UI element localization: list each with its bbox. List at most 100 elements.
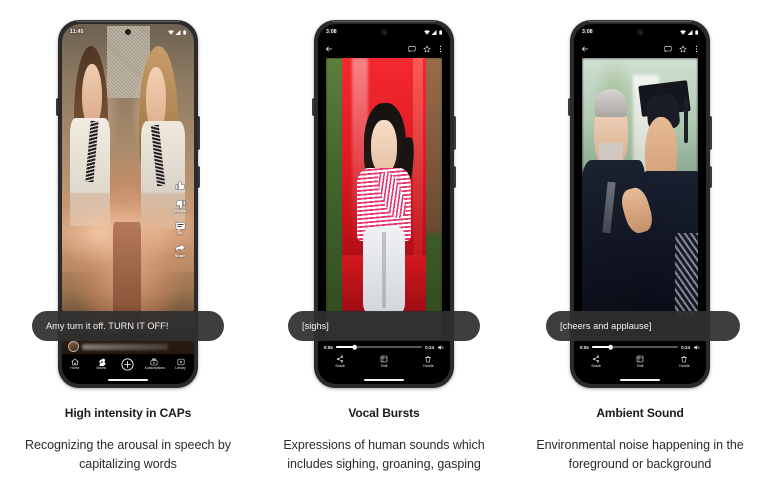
star-icon[interactable] — [423, 45, 431, 53]
progress-scrubber[interactable] — [335, 344, 423, 350]
power-button[interactable] — [710, 166, 712, 188]
feature-description: Environmental noise happening in the for… — [536, 438, 744, 471]
like-button[interactable] — [175, 180, 186, 192]
channel-name-blurred — [82, 343, 168, 350]
edit-label: Edit — [380, 363, 388, 368]
star-icon[interactable] — [679, 45, 687, 53]
cast-icon[interactable] — [664, 45, 672, 53]
delete-action[interactable]: Delete — [669, 355, 699, 368]
nav-item-subscriptions[interactable]: Subscriptions — [142, 358, 166, 371]
volume-button[interactable] — [710, 116, 712, 150]
edit-icon — [636, 355, 644, 363]
signal-icon — [431, 29, 437, 35]
current-time: 0:05 — [580, 344, 589, 350]
delete-action[interactable]: Delete — [413, 355, 443, 368]
comment-count: 2k — [177, 231, 183, 236]
edit-label: Edit — [636, 363, 644, 368]
mute-switch[interactable] — [56, 98, 58, 116]
wifi-icon — [167, 29, 174, 35]
mute-switch[interactable] — [568, 98, 570, 116]
home-icon — [71, 358, 79, 366]
current-time: 0:05 — [324, 344, 333, 350]
nav-item-shorts[interactable]: Shorts — [90, 358, 114, 371]
caption-bubble-1: Amy turn it off. TURN IT OFF! — [32, 311, 224, 341]
video-player-bar-2: 0:05 0:24 — [318, 340, 450, 354]
photo-actions-3: Share Edit Delete — [574, 354, 706, 378]
feature-description: Recognizing the arousal in speech by cap… — [25, 438, 231, 471]
photos-topbar-actions — [664, 45, 699, 53]
comment-button[interactable]: 2k — [175, 221, 186, 236]
share-button[interactable]: Share — [175, 243, 186, 258]
nav-label-subscriptions: Subscriptions — [144, 366, 165, 370]
nav-label-home: Home — [70, 366, 80, 370]
more-vertical-icon[interactable] — [438, 45, 443, 53]
share-icon — [592, 355, 600, 363]
more-vertical-icon[interactable] — [694, 45, 699, 53]
feature-showcase-page: 11:45 Dislike 2k Share Home Shorts Subsc… — [0, 0, 768, 501]
thumb-up-icon — [175, 181, 185, 190]
home-indicator — [364, 379, 404, 381]
share-action[interactable]: Share — [325, 355, 355, 368]
thumb-down-icon — [175, 199, 185, 209]
subscriptions-icon — [150, 358, 158, 366]
photos-top-bar-2 — [318, 40, 450, 58]
dislike-button[interactable]: Dislike — [174, 199, 186, 214]
back-arrow-icon[interactable] — [581, 45, 589, 53]
photos-topbar-actions — [408, 45, 443, 53]
caption-text: [cheers and applause] — [560, 321, 652, 331]
volume-icon[interactable] — [437, 344, 444, 351]
front-camera — [637, 29, 643, 35]
photo-viewer-3[interactable] — [574, 58, 706, 340]
share-icon — [336, 355, 344, 363]
mute-switch[interactable] — [312, 98, 314, 116]
progress-scrubber[interactable] — [591, 344, 679, 350]
nav-item-library[interactable]: Library — [169, 358, 193, 371]
home-indicator — [108, 379, 148, 381]
plus-circle-icon — [121, 358, 135, 371]
photos-top-bar-3 — [574, 40, 706, 58]
edit-action[interactable]: Edit — [625, 355, 655, 368]
share-label: Share — [591, 363, 601, 368]
feature-description: Expressions of human sounds which includ… — [283, 438, 485, 471]
nav-label-library: Library — [175, 366, 186, 370]
delete-label: Delete — [678, 363, 690, 368]
panel-high-intensity-caps: 11:45 Dislike 2k Share Home Shorts Subsc… — [0, 0, 256, 501]
status-indicators — [167, 29, 186, 35]
back-arrow-icon[interactable] — [325, 45, 333, 53]
volume-icon[interactable] — [693, 344, 700, 351]
share-label: Share — [335, 363, 345, 368]
nav-item-home[interactable]: Home — [63, 358, 87, 371]
status-time: 11:45 — [70, 29, 84, 35]
shorts-channel-row[interactable] — [68, 341, 168, 352]
edit-icon — [380, 355, 388, 363]
scrubber-knob[interactable] — [608, 344, 614, 350]
cast-icon[interactable] — [408, 45, 416, 53]
panel-vocal-bursts: 3:08 0:05 0:24 Share Edit Delete [sighs]… — [256, 0, 512, 501]
photo-actions-2: Share Edit Delete — [318, 354, 450, 378]
front-camera — [125, 29, 131, 35]
volume-button[interactable] — [454, 116, 456, 150]
share-action[interactable]: Share — [581, 355, 611, 368]
photo-image — [326, 58, 442, 340]
feature-text-3: Ambient Sound Environmental noise happen… — [512, 406, 768, 473]
share-arrow-icon — [175, 243, 185, 252]
panel-ambient-sound: 3:08 0:05 0:24 Share Edit Delete [cheers… — [512, 0, 768, 501]
avatar[interactable] — [68, 341, 79, 352]
battery-icon — [182, 29, 186, 35]
shorts-icon — [98, 358, 106, 366]
library-icon — [177, 358, 185, 366]
home-indicator — [620, 379, 660, 381]
caption-text: [sighs] — [302, 321, 329, 331]
scrubber-knob[interactable] — [352, 344, 358, 350]
power-button[interactable] — [454, 166, 456, 188]
wifi-icon — [679, 29, 686, 35]
volume-button[interactable] — [198, 116, 200, 150]
photo-viewer-2[interactable] — [318, 58, 450, 340]
phone-mockup-2: 3:08 0:05 0:24 Share Edit Delete [sighs] — [288, 20, 480, 388]
dislike-label: Dislike — [173, 209, 187, 213]
feature-title: High intensity in CAPs — [64, 406, 192, 420]
nav-label-shorts: Shorts — [96, 366, 107, 370]
edit-action[interactable]: Edit — [369, 355, 399, 368]
nav-item-create[interactable] — [116, 358, 140, 372]
power-button[interactable] — [198, 166, 200, 188]
